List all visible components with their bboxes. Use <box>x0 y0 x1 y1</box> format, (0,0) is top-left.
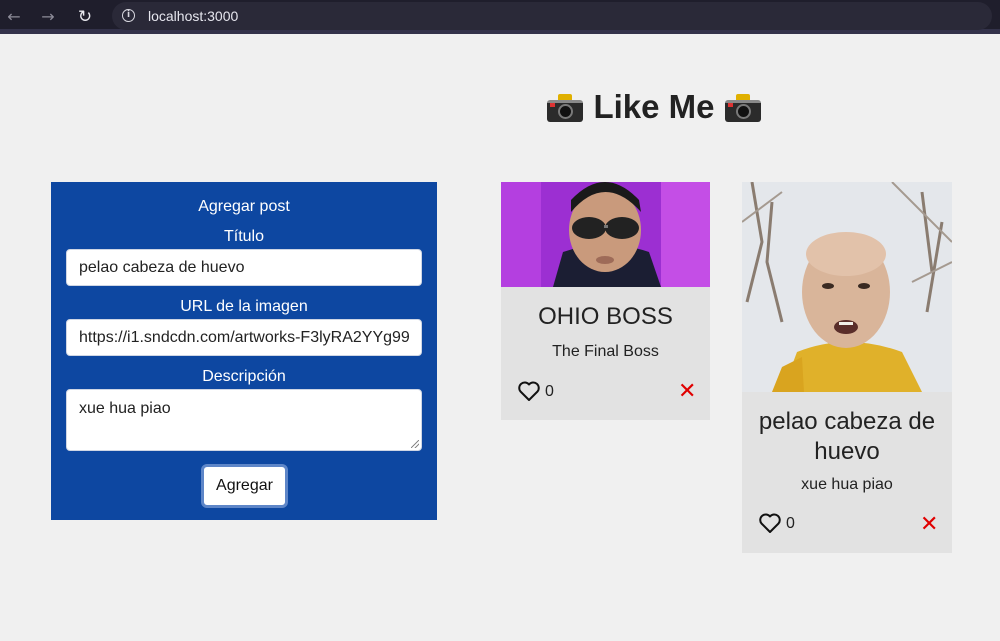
browser-toolbar: ← → ↻ i localhost:3000 <box>0 0 1000 34</box>
image-url-label: URL de la imagen <box>180 298 308 315</box>
description-textarea[interactable]: xue hua piao <box>66 389 422 451</box>
add-post-button[interactable]: Agregar <box>201 464 288 508</box>
like-count: 0 <box>545 383 554 400</box>
like-button[interactable]: 0 <box>517 380 567 404</box>
heart-outline-icon[interactable] <box>758 512 782 534</box>
reload-icon[interactable]: ↻ <box>74 6 96 28</box>
arrow-left-icon[interactable]: ← <box>3 6 25 28</box>
form-heading: Agregar post <box>198 198 290 215</box>
like-count: 0 <box>786 515 795 532</box>
page-title-text: Like Me <box>593 88 715 125</box>
resize-handle-icon[interactable] <box>411 440 419 448</box>
description-label: Descripción <box>202 368 286 385</box>
post-description: xue hua piao <box>801 476 893 493</box>
post-image <box>742 182 952 392</box>
page-title: Like Me <box>0 88 1000 126</box>
title-input[interactable]: pelao cabeza de huevo <box>66 249 422 286</box>
like-button[interactable]: 0 <box>758 512 808 536</box>
image-url-input[interactable]: https://i1.sndcdn.com/artworks-F3lyRA2YY… <box>66 319 422 356</box>
url-text[interactable]: localhost:3000 <box>148 8 238 24</box>
add-post-form: Agregar post Título pelao cabeza de huev… <box>51 182 437 520</box>
post-card: OHIO BOSS The Final Boss 0 ✕ <box>501 182 710 420</box>
post-image-art <box>501 182 710 287</box>
close-icon[interactable]: ✕ <box>920 514 938 536</box>
post-image <box>501 182 710 287</box>
heart-outline-icon[interactable] <box>517 380 541 402</box>
info-icon[interactable]: i <box>122 9 135 22</box>
post-card: pelao cabeza de huevo xue hua piao 0 ✕ <box>742 182 952 553</box>
camera-icon <box>546 92 584 122</box>
post-description: The Final Boss <box>552 343 659 360</box>
post-image-art <box>742 182 952 392</box>
address-bar[interactable]: i localhost:3000 <box>112 2 992 30</box>
post-title: OHIO BOSS <box>538 303 673 330</box>
title-label: Título <box>223 228 264 245</box>
description-value[interactable]: xue hua piao <box>79 400 171 417</box>
camera-icon <box>724 92 762 122</box>
arrow-right-icon[interactable]: → <box>37 6 59 28</box>
post-title: pelao cabeza de huevo <box>758 408 936 465</box>
close-icon[interactable]: ✕ <box>678 381 696 403</box>
